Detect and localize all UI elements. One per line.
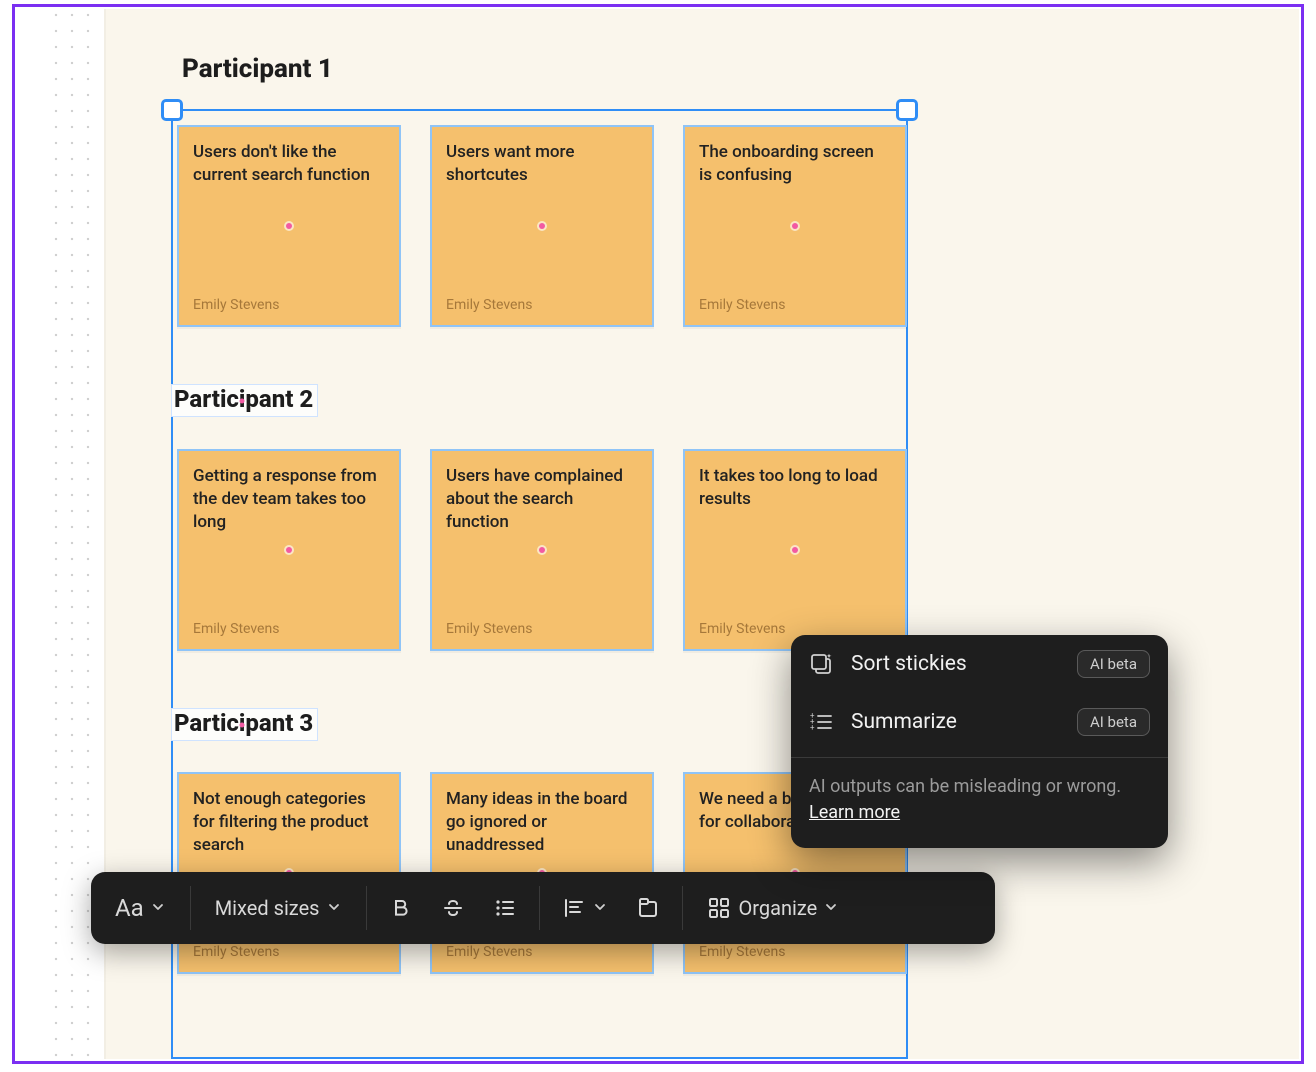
bold-icon (389, 896, 413, 920)
sticky-text: Not enough categories for filtering the … (193, 788, 385, 857)
organize-grid-icon (707, 896, 731, 920)
popover-divider (791, 757, 1168, 758)
popover-label: Sort stickies (851, 652, 1061, 676)
font-picker-button[interactable]: Aa (99, 884, 182, 932)
organize-dropdown[interactable]: Organize (691, 884, 856, 932)
sticky-author: Emily Stevens (699, 944, 785, 960)
sticky-text: The onboarding screen is confusing (699, 141, 891, 187)
disclaimer-text: AI outputs can be misleading or wrong. (809, 776, 1121, 797)
chevron-down-icon (328, 901, 342, 915)
sticky-note[interactable]: The onboarding screen is confusing Emily… (683, 125, 907, 327)
sticky-text: Users don't like the current search func… (193, 141, 385, 187)
sticky-note[interactable]: It takes too long to load results Emily … (683, 449, 907, 651)
organize-label: Organize (739, 896, 818, 920)
organize-popover: Sort stickies AI beta + + + Summarize AI… (791, 635, 1168, 848)
font-label: Aa (115, 894, 144, 922)
pin-icon (286, 547, 292, 553)
summarize-item[interactable]: + + + Summarize AI beta (791, 693, 1168, 751)
summarize-list-icon: + + + (807, 708, 835, 736)
text-toolbar: Aa Mixed sizes (91, 872, 995, 944)
sticky-text: It takes too long to load results (699, 465, 891, 511)
align-dropdown[interactable] (548, 884, 622, 932)
sticky-author: Emily Stevens (699, 621, 785, 637)
sticky-author: Emily Stevens (446, 297, 532, 313)
pin-icon (286, 223, 292, 229)
align-top-left-icon (562, 896, 586, 920)
chevron-down-icon (152, 901, 166, 915)
heading-participant-1[interactable]: Participant 1 (182, 54, 333, 84)
ai-beta-badge: AI beta (1077, 708, 1150, 736)
pin-icon (792, 223, 798, 229)
pin-icon (539, 223, 545, 229)
sticky-text: Users have complained about the search f… (446, 465, 638, 534)
sticky-author: Emily Stevens (446, 944, 532, 960)
ai-disclaimer: AI outputs can be misleading or wrong. L… (791, 764, 1168, 844)
sort-stack-icon (807, 650, 835, 678)
author-toggle-icon (636, 896, 660, 920)
sticky-author: Emily Stevens (446, 621, 532, 637)
sticky-author: Emily Stevens (193, 944, 279, 960)
sticky-note[interactable]: Users don't like the current search func… (177, 125, 401, 327)
pin-icon (539, 547, 545, 553)
sort-stickies-item[interactable]: Sort stickies AI beta (791, 635, 1168, 693)
svg-text:+: + (810, 723, 815, 732)
selection-handle-top-right[interactable] (896, 99, 918, 121)
bullet-list-icon (493, 896, 517, 920)
sticky-note[interactable]: Users have complained about the search f… (430, 449, 654, 651)
hide-author-button[interactable] (622, 884, 674, 932)
sticky-note[interactable]: Getting a response from the dev team tak… (177, 449, 401, 651)
chevron-down-icon (594, 901, 608, 915)
strikethrough-button[interactable] (427, 884, 479, 932)
font-size-dropdown[interactable]: Mixed sizes (199, 884, 358, 932)
heading-participant-3[interactable]: Participant 3 (171, 708, 318, 741)
sticky-author: Emily Stevens (193, 297, 279, 313)
sticky-text: Users want more shortcutes (446, 141, 638, 187)
sticky-note[interactable]: Users want more shortcutes Emily Stevens (430, 125, 654, 327)
bullet-list-button[interactable] (479, 884, 531, 932)
sticky-text: Many ideas in the board go ignored or un… (446, 788, 638, 857)
selection-handle-top-left[interactable] (161, 99, 183, 121)
strikethrough-icon (441, 896, 465, 920)
popover-label: Summarize (851, 710, 1061, 734)
sticky-author: Emily Stevens (699, 297, 785, 313)
pin-icon (792, 547, 798, 553)
size-label: Mixed sizes (215, 896, 320, 920)
figjam-canvas[interactable]: Participant 1 Users don't like the curre… (104, 9, 1299, 1059)
viewport-frame: Participant 1 Users don't like the curre… (12, 4, 1304, 1064)
bold-button[interactable] (375, 884, 427, 932)
sticky-author: Emily Stevens (193, 621, 279, 637)
learn-more-link[interactable]: Learn more (809, 802, 900, 823)
ai-beta-badge: AI beta (1077, 650, 1150, 678)
heading-participant-2[interactable]: Participant 2 (171, 384, 318, 417)
chevron-down-icon (825, 901, 839, 915)
sticky-text: Getting a response from the dev team tak… (193, 465, 385, 534)
